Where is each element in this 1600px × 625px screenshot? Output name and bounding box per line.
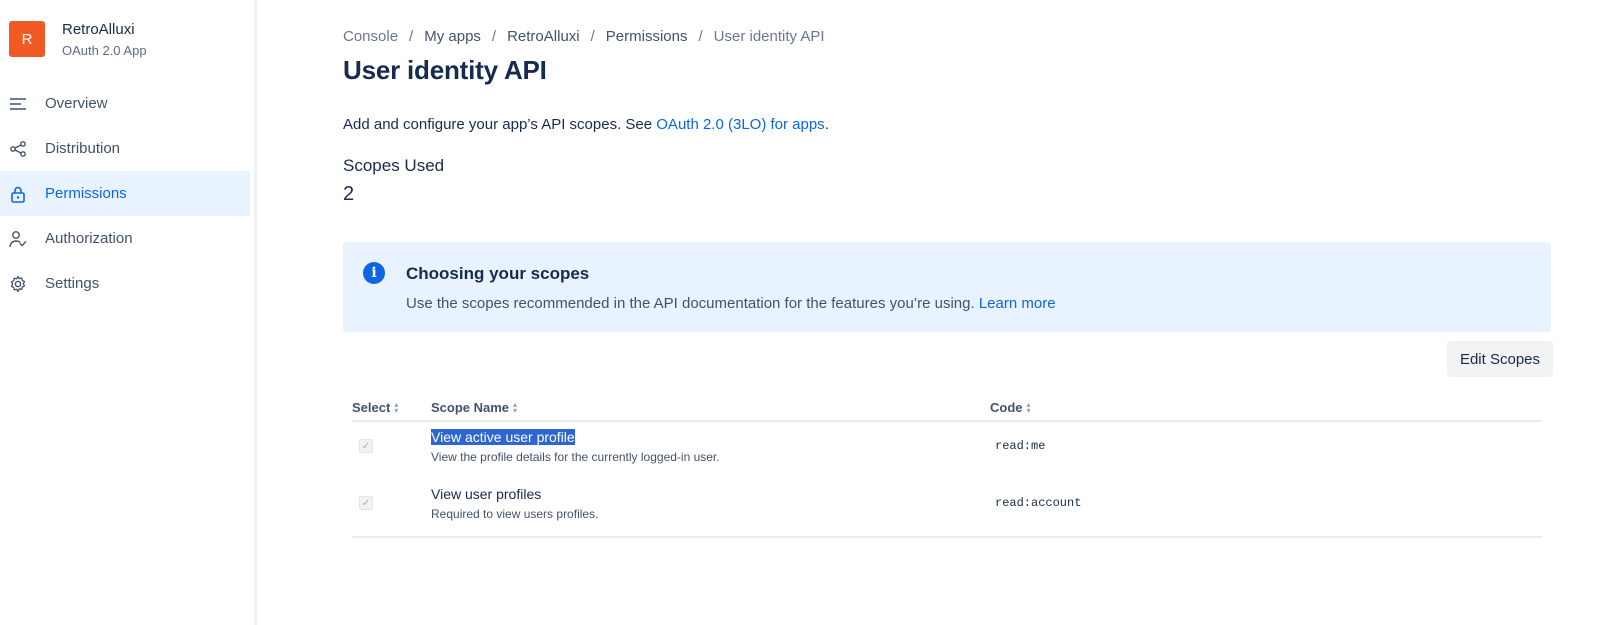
scope-description: View the profile details for the current… <box>431 450 720 464</box>
breadcrumb-separator: / <box>409 28 414 45</box>
description-suffix: . <box>824 116 829 133</box>
sidebar-item-authorization[interactable]: Authorization <box>0 216 250 261</box>
scope-code: read:me <box>995 439 1046 453</box>
breadcrumb-app[interactable]: RetroAlluxi <box>507 28 580 45</box>
column-label: Scope Name <box>431 400 510 415</box>
app-header: R RetroAlluxi OAuth 2.0 App <box>9 21 147 59</box>
sidebar-item-label: Permissions <box>45 185 127 202</box>
breadcrumb-console[interactable]: Console <box>343 28 398 45</box>
column-label: Code <box>990 400 1023 415</box>
table-row: ✓ View active user profile View the prof… <box>352 422 1542 479</box>
sidebar-item-overview[interactable]: Overview <box>0 81 250 126</box>
sidebar-item-distribution[interactable]: Distribution <box>0 126 250 171</box>
sidebar-item-settings[interactable]: Settings <box>0 261 250 306</box>
scope-description: Required to view users profiles. <box>431 507 599 521</box>
info-text: Use the scopes recommended in the API do… <box>406 295 1056 312</box>
app-avatar: R <box>9 21 45 57</box>
column-header-scope-name[interactable]: Scope Name ▴ ▾ <box>431 400 517 415</box>
page-title: User identity API <box>343 55 547 85</box>
app-name: RetroAlluxi <box>62 21 135 38</box>
sidebar: R RetroAlluxi OAuth 2.0 App Overview Dis… <box>0 0 257 625</box>
scope-name: View active user profile <box>431 429 575 445</box>
scope-name: View user profiles <box>431 486 542 502</box>
learn-more-link[interactable]: Learn more <box>979 295 1056 312</box>
breadcrumb-separator: / <box>698 28 703 45</box>
user-check-icon <box>9 230 27 248</box>
sidebar-item-label: Distribution <box>45 140 121 157</box>
app-type: OAuth 2.0 App <box>62 43 147 58</box>
gear-icon <box>9 275 27 293</box>
sidebar-item-label: Authorization <box>45 230 133 247</box>
page-description: Add and configure your app’s API scopes.… <box>343 116 829 133</box>
sidebar-item-label: Settings <box>45 275 100 292</box>
scopes-used-count: 2 <box>343 183 355 205</box>
edit-scopes-button[interactable]: Edit Scopes <box>1446 341 1553 377</box>
info-title: Choosing your scopes <box>406 264 590 283</box>
sort-icon: ▴ ▾ <box>394 399 399 415</box>
app-info: RetroAlluxi OAuth 2.0 App <box>62 21 147 59</box>
breadcrumb-separator: / <box>590 28 595 45</box>
breadcrumb-my-apps[interactable]: My apps <box>424 28 481 45</box>
breadcrumb: Console / My apps / RetroAlluxi / Permis… <box>343 28 825 45</box>
oauth-docs-link[interactable]: OAuth 2.0 (3LO) for apps <box>656 116 824 133</box>
scopes-table: Select ▴ ▾ Scope Name ▴ ▾ Code ▴ ▾ ✓ View a… <box>352 398 1542 538</box>
sidebar-nav: Overview Distribution Permissions Author… <box>0 81 250 306</box>
breadcrumb-current: User identity API <box>713 28 825 45</box>
info-icon: i <box>363 262 385 284</box>
sort-icon: ▴ ▾ <box>513 399 518 415</box>
share-icon <box>9 140 27 158</box>
sort-icon: ▴ ▾ <box>1026 399 1031 415</box>
table-row: ✓ View user profiles Required to view us… <box>352 479 1542 536</box>
sidebar-item-label: Overview <box>45 95 108 112</box>
row-checkbox[interactable]: ✓ <box>359 496 373 510</box>
menu-lines-icon <box>9 95 27 113</box>
info-message: Use the scopes recommended in the API do… <box>406 295 979 312</box>
column-header-code[interactable]: Code ▴ ▾ <box>990 400 1031 415</box>
column-header-select[interactable]: Select ▴ ▾ <box>352 400 398 415</box>
column-label: Select <box>352 400 391 415</box>
table-header: Select ▴ ▾ Scope Name ▴ ▾ Code ▴ ▾ <box>352 398 1542 422</box>
scopes-used-label: Scopes Used <box>343 156 445 175</box>
description-text: Add and configure your app’s API scopes.… <box>343 116 657 133</box>
row-checkbox[interactable]: ✓ <box>359 439 373 453</box>
lock-icon <box>9 185 27 203</box>
breadcrumb-permissions[interactable]: Permissions <box>606 28 688 45</box>
breadcrumb-separator: / <box>491 28 497 45</box>
scope-code: read:account <box>995 496 1082 510</box>
table-footer-divider <box>352 536 1542 538</box>
info-panel: i Choosing your scopes Use the scopes re… <box>343 242 1551 332</box>
sidebar-item-permissions[interactable]: Permissions <box>0 171 250 216</box>
